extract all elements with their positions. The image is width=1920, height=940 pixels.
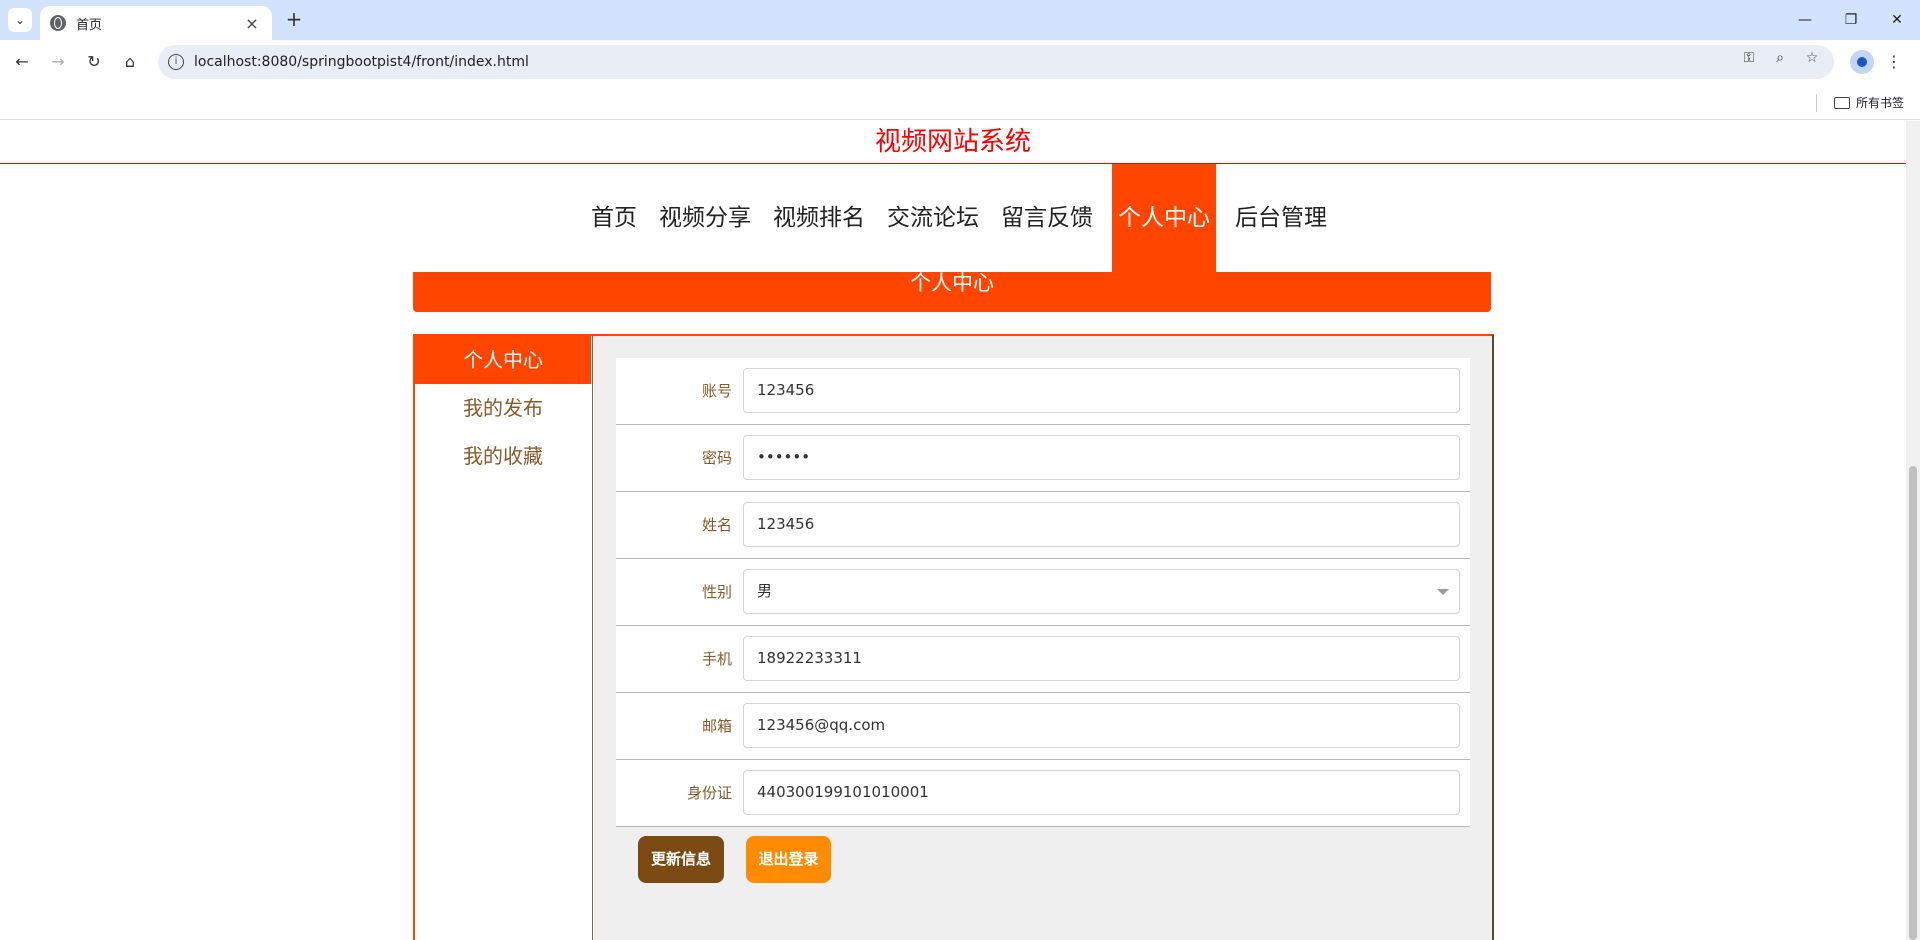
sidebar: 个人中心 我的发布 我的收藏 [415, 336, 593, 940]
back-icon[interactable]: ← [10, 50, 34, 74]
site-info-icon[interactable]: i [168, 54, 184, 70]
home-icon[interactable]: ⌂ [118, 50, 142, 74]
id-card-input[interactable]: 440300199101010001 [743, 770, 1460, 815]
sidebar-item-my-favorites[interactable]: 我的收藏 [415, 432, 591, 480]
form-row-name: 姓名 123456 [616, 492, 1470, 559]
bookmark-star-icon[interactable]: ☆ [1803, 49, 1821, 67]
nav-item-personal-center[interactable]: 个人中心 [1112, 164, 1216, 272]
nav-item-home[interactable]: 首页 [580, 164, 648, 272]
form-row-account: 账号 123456 [616, 358, 1470, 425]
phone-input[interactable]: 18922233311 [743, 636, 1460, 681]
logout-button[interactable]: 退出登录 [746, 836, 831, 883]
account-input[interactable]: 123456 [743, 368, 1460, 413]
all-bookmarks-button[interactable]: 所有书签 [1834, 94, 1904, 111]
gender-select[interactable]: 男 [743, 569, 1460, 614]
url-text: localhost:8080/springbootpist4/front/ind… [194, 54, 529, 70]
name-input[interactable]: 123456 [743, 502, 1460, 547]
sidebar-item-personal-center[interactable]: 个人中心 [415, 336, 591, 384]
close-icon[interactable]: × [242, 14, 262, 33]
bookmarks-bar: 所有书签 [0, 84, 1920, 120]
restore-icon[interactable]: ❐ [1828, 0, 1874, 40]
main-nav: 首页 视频分享 视频排名 交流论坛 留言反馈 个人中心 后台管理 [580, 164, 1338, 272]
browser-tab-bar: ⌄ 首页 × + — ❐ ✕ [0, 0, 1920, 40]
password-input[interactable]: •••••• [743, 435, 1460, 480]
forward-icon[interactable]: → [46, 50, 70, 74]
scrollbar-thumb[interactable] [1909, 466, 1917, 940]
nav-item-video-share[interactable]: 视频分享 [648, 164, 762, 272]
phone-label: 手机 [701, 650, 732, 668]
personal-panel: 个人中心 我的发布 我的收藏 账号 123456 密码 •••••• 姓名 12… [413, 334, 1494, 940]
profile-form: 账号 123456 密码 •••••• 姓名 123456 性别 男 手机 18… [616, 358, 1470, 827]
gender-label: 性别 [701, 583, 732, 601]
all-bookmarks-label: 所有书签 [1856, 96, 1905, 110]
browser-toolbar: ← → ↻ ⌂ i localhost:8080/springbootpist4… [0, 40, 1920, 84]
profile-avatar-icon[interactable] [1850, 50, 1874, 74]
form-row-email: 邮箱 123456@qq.com [616, 693, 1470, 760]
page-scrollbar[interactable] [1906, 121, 1920, 940]
nav-item-admin[interactable]: 后台管理 [1224, 164, 1338, 272]
nav-item-video-ranking[interactable]: 视频排名 [762, 164, 876, 272]
new-tab-icon[interactable]: + [282, 8, 306, 32]
email-label: 邮箱 [701, 717, 732, 735]
page-viewport: 视频网站系统 首页 视频分享 视频排名 交流论坛 留言反馈 个人中心 后台管理 … [0, 121, 1920, 940]
browser-tab[interactable]: 首页 × [40, 6, 272, 40]
menu-kebab-icon[interactable]: ⋮ [1886, 50, 1902, 74]
address-bar[interactable]: i localhost:8080/springbootpist4/front/i… [158, 45, 1834, 79]
sidebar-item-my-posts[interactable]: 我的发布 [415, 384, 591, 432]
form-row-password: 密码 •••••• [616, 425, 1470, 492]
bookmarks-divider [1816, 94, 1817, 112]
password-label: 密码 [701, 449, 732, 467]
update-info-button[interactable]: 更新信息 [638, 836, 724, 883]
nav-item-feedback[interactable]: 留言反馈 [990, 164, 1104, 272]
tab-title: 首页 [76, 17, 103, 33]
form-row-phone: 手机 18922233311 [616, 626, 1470, 693]
account-label: 账号 [701, 382, 732, 400]
gender-value: 男 [757, 582, 773, 600]
password-key-icon[interactable]: ⚿ [1740, 49, 1758, 67]
email-input[interactable]: 123456@qq.com [743, 703, 1460, 748]
id-card-label: 身份证 [686, 784, 732, 802]
globe-icon [50, 15, 66, 31]
name-label: 姓名 [701, 516, 732, 534]
section-banner: 个人中心 [413, 272, 1491, 312]
chevron-down-icon [1437, 589, 1449, 595]
form-row-gender: 性别 男 [616, 559, 1470, 626]
zoom-icon[interactable]: ⌕ [1771, 49, 1789, 67]
tab-search-chevron-icon[interactable]: ⌄ [8, 8, 32, 32]
form-row-id-card: 身份证 440300199101010001 [616, 760, 1470, 827]
profile-content: 账号 123456 密码 •••••• 姓名 123456 性别 男 手机 18… [594, 336, 1492, 940]
site-title: 视频网站系统 [874, 127, 1031, 157]
minimize-icon[interactable]: — [1782, 0, 1828, 40]
folder-icon [1834, 96, 1850, 109]
reload-icon[interactable]: ↻ [82, 50, 106, 74]
nav-item-forum[interactable]: 交流论坛 [876, 164, 990, 272]
window-close-icon[interactable]: ✕ [1874, 0, 1920, 40]
